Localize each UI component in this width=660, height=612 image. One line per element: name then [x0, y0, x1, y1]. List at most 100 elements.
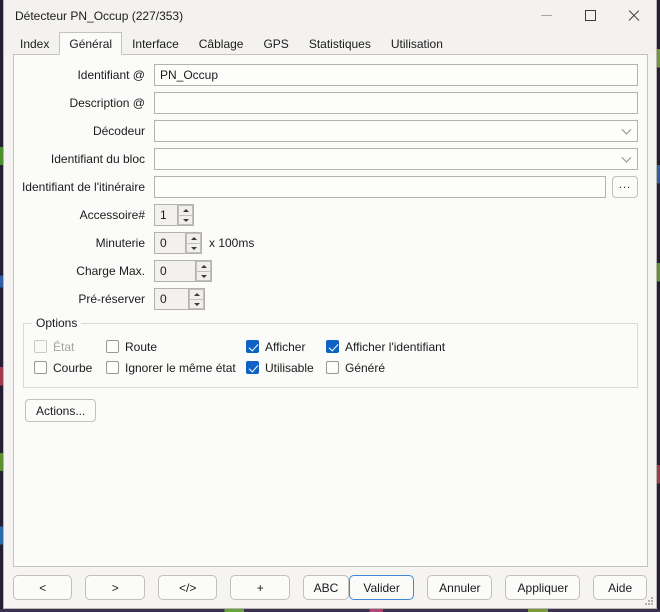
options-row-2: Courbe Ignorer le même état Utilisable G… — [34, 357, 627, 378]
checkbox-ignorer-meme-etat[interactable]: Ignorer le même état — [106, 361, 246, 375]
triangle-up-icon — [190, 237, 197, 240]
previous-button[interactable]: < — [13, 575, 73, 600]
general-form: Identifiant @ Description @ Décodeur Ide… — [14, 55, 647, 310]
dialog-window: Détecteur PN_Occup (227/353) Index Génér… — [3, 0, 657, 609]
spinner-down-button[interactable] — [189, 299, 204, 309]
spinner-down-button[interactable] — [186, 243, 201, 253]
minuterie-spinner[interactable]: 0 — [154, 232, 202, 254]
description-input[interactable] — [154, 92, 638, 114]
triangle-down-icon — [182, 218, 189, 222]
tab-statistiques[interactable]: Statistiques — [298, 32, 381, 54]
spinner-up-button[interactable] — [196, 261, 211, 271]
identifiant-input[interactable] — [154, 64, 638, 86]
checkbox-checked-icon — [246, 340, 259, 353]
checkbox-afficher[interactable]: Afficher — [246, 340, 326, 354]
field-row-decodeur: Décodeur — [14, 120, 638, 142]
spinner-up-button[interactable] — [189, 289, 204, 299]
actions-button[interactable]: Actions... — [25, 399, 97, 422]
checkbox-label: État — [53, 339, 75, 354]
spinner-down-button[interactable] — [178, 215, 193, 225]
checkbox-box-icon — [34, 340, 47, 353]
accessoire-label: Accessoire# — [79, 208, 145, 222]
checkbox-genere[interactable]: Généré — [326, 361, 385, 375]
tab-strip: Index Général Interface Câblage GPS Stat… — [4, 31, 656, 55]
field-row-charge-max: Charge Max. 0 — [14, 260, 638, 282]
maximize-button[interactable] — [568, 0, 612, 31]
decodeur-combobox[interactable] — [154, 120, 638, 142]
minuterie-suffix: x 100ms — [209, 236, 255, 250]
tab-gps[interactable]: GPS — [253, 32, 299, 54]
next-button[interactable]: > — [85, 575, 145, 600]
accessoire-spinner[interactable]: 1 — [154, 204, 194, 226]
tab-page-general: Identifiant @ Description @ Décodeur Ide… — [13, 54, 648, 567]
checkbox-route[interactable]: Route — [106, 340, 246, 354]
field-row-minuterie: Minuterie 0 x 100ms — [14, 232, 638, 254]
validate-button[interactable]: Valider — [349, 575, 415, 600]
minimize-icon — [540, 15, 552, 16]
chevron-down-icon — [621, 124, 632, 135]
minimize-button[interactable] — [524, 0, 568, 31]
checkbox-label: Utilisable — [265, 360, 314, 375]
spinner-up-button[interactable] — [178, 205, 193, 215]
checkbox-label: Afficher — [265, 339, 306, 354]
tab-cablage[interactable]: Câblage — [188, 32, 254, 54]
identifiant-itineraire-input[interactable] — [154, 176, 606, 198]
field-row-identifiant: Identifiant @ — [14, 64, 638, 86]
field-row-identifiant-bloc: Identifiant du bloc — [14, 148, 638, 170]
abc-button[interactable]: ABC — [302, 575, 349, 600]
charge-max-spinner[interactable]: 0 — [154, 260, 212, 282]
triangle-up-icon — [193, 293, 200, 296]
chevron-down-icon — [621, 152, 632, 163]
checkbox-label: Courbe — [53, 360, 93, 375]
identifiant-label: Identifiant @ — [77, 68, 145, 82]
resize-grip-icon[interactable] — [644, 596, 653, 605]
code-button[interactable]: </> — [157, 575, 218, 600]
tab-general[interactable]: Général — [59, 32, 123, 55]
checkbox-courbe[interactable]: Courbe — [34, 361, 106, 375]
help-button[interactable]: Aide — [593, 575, 648, 600]
minuterie-value[interactable]: 0 — [155, 233, 185, 253]
checkbox-box-icon — [34, 361, 47, 374]
title-bar: Détecteur PN_Occup (227/353) — [4, 0, 656, 31]
pre-reserver-spinner-buttons — [188, 289, 204, 309]
close-icon — [628, 10, 640, 22]
tab-interface[interactable]: Interface — [122, 32, 189, 54]
spinner-down-button[interactable] — [196, 271, 211, 281]
options-legend: Options — [32, 316, 82, 330]
field-row-accessoire: Accessoire# 1 — [14, 204, 638, 226]
tab-utilisation[interactable]: Utilisation — [380, 32, 453, 54]
checkbox-label: Généré — [345, 360, 386, 375]
maximize-icon — [584, 10, 596, 21]
checkbox-etat[interactable]: État — [34, 340, 106, 354]
add-button[interactable]: + — [230, 575, 290, 600]
field-row-description: Description @ — [14, 92, 638, 114]
spinner-up-button[interactable] — [186, 233, 201, 243]
browse-button[interactable]: ... — [612, 176, 638, 198]
close-button[interactable] — [612, 0, 656, 31]
checkbox-utilisable[interactable]: Utilisable — [246, 361, 326, 375]
apply-button[interactable]: Appliquer — [505, 575, 581, 600]
charge-max-spinner-buttons — [195, 261, 211, 281]
window-title: Détecteur PN_Occup (227/353) — [15, 8, 184, 23]
charge-max-value[interactable]: 0 — [155, 261, 195, 281]
pre-reserver-spinner[interactable]: 0 — [154, 288, 205, 310]
cancel-button[interactable]: Annuler — [427, 575, 493, 600]
tab-index[interactable]: Index — [10, 32, 60, 54]
checkbox-checked-icon — [326, 340, 339, 353]
checkbox-afficher-identifiant[interactable]: Afficher l'identifiant — [326, 340, 445, 354]
charge-max-label: Charge Max. — [76, 264, 145, 278]
identifiant-bloc-combobox[interactable] — [154, 148, 638, 170]
triangle-down-icon — [193, 302, 200, 306]
accessoire-value[interactable]: 1 — [155, 205, 177, 225]
field-row-pre-reserver: Pré-réserver 0 — [14, 288, 638, 310]
checkbox-label: Route — [125, 339, 158, 354]
checkbox-box-icon — [106, 361, 119, 374]
checkbox-label: Afficher l'identifiant — [345, 339, 446, 354]
accessoire-spinner-buttons — [177, 205, 193, 225]
pre-reserver-value[interactable]: 0 — [155, 289, 188, 309]
pre-reserver-label: Pré-réserver — [78, 292, 145, 306]
triangle-up-icon — [182, 209, 189, 212]
identifiant-itineraire-label: Identifiant de l'itinéraire — [21, 180, 145, 194]
description-label: Description @ — [69, 96, 145, 110]
checkbox-label: Ignorer le même état — [125, 360, 236, 375]
